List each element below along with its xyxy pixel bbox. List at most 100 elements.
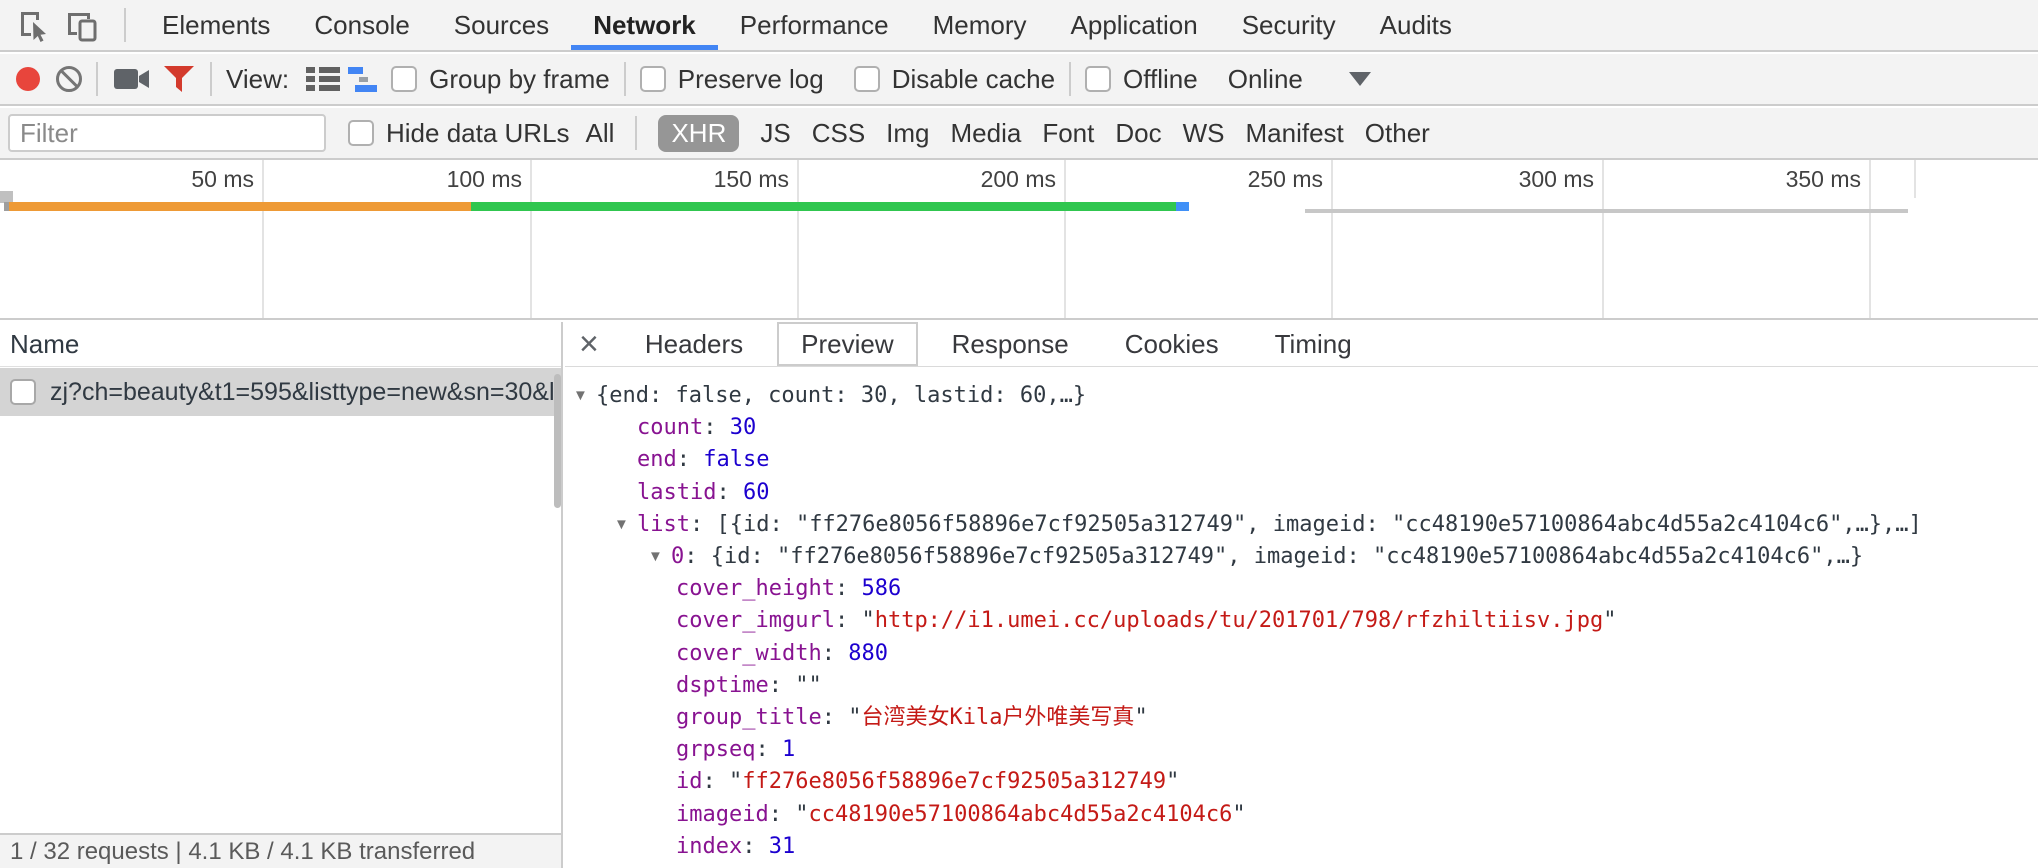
- request-details-pane: × Headers Preview Response Cookies Timing ▼ {…: [565, 322, 2038, 868]
- filter-type-img[interactable]: Img: [886, 118, 929, 149]
- json-token: :: [835, 576, 862, 601]
- preview-row: cover_width: 880: [565, 638, 2038, 670]
- tab-sources[interactable]: Sources: [432, 0, 571, 50]
- ruler-tick-label: 250 ms: [1248, 166, 1323, 193]
- detail-tab-preview[interactable]: Preview: [777, 322, 917, 366]
- preview-row[interactable]: ▼ {end: false, count: 30, lastid: 60,…}: [565, 380, 2038, 412]
- json-token: end: [637, 447, 677, 472]
- json-token: list: [637, 512, 690, 537]
- filter-type-xhr[interactable]: XHR: [658, 115, 739, 152]
- json-token: :: [835, 608, 862, 633]
- expand-arrow-icon[interactable]: ▼: [573, 380, 588, 412]
- overview-baseline: [1305, 209, 1908, 213]
- expand-arrow-icon[interactable]: ▼: [648, 541, 663, 573]
- hide-data-urls-checkbox[interactable]: Hide data URLs: [348, 118, 570, 149]
- filter-toggle-button[interactable]: [162, 64, 196, 94]
- clear-button[interactable]: [56, 66, 82, 92]
- ruler-gridline-edge: [1914, 160, 1916, 198]
- preserve-log-checkbox[interactable]: Preserve log: [640, 64, 824, 95]
- group-by-frame-checkbox[interactable]: Group by frame: [391, 64, 610, 95]
- checkbox-box: [391, 66, 417, 92]
- preview-row[interactable]: ▼0: {id: "ff276e8056f58896e7cf92505a3127…: [565, 541, 2038, 573]
- ruler-gridline: [262, 160, 264, 320]
- json-token: : {id: "ff276e8056f58896e7cf92505a312749…: [684, 544, 1863, 569]
- request-checkbox[interactable]: [10, 379, 36, 405]
- status-bar: 1 / 32 requests | 4.1 KB / 4.1 KB transf…: [0, 833, 561, 868]
- detail-tabs-list: Headers Preview Response Cookies Timing: [623, 322, 1374, 367]
- view-overview-button[interactable]: [347, 65, 383, 93]
- preview-row[interactable]: ▼ list: [{id: "ff276e8056f58896e7cf92505a…: [565, 509, 2038, 541]
- network-overview[interactable]: 50 ms100 ms150 ms200 ms250 ms300 ms350 m…: [0, 160, 2038, 320]
- json-token: :: [769, 802, 796, 827]
- filter-type-css[interactable]: CSS: [812, 118, 865, 149]
- filter-type-other[interactable]: Other: [1365, 118, 1430, 149]
- filter-input[interactable]: [8, 114, 326, 152]
- inspect-cursor-icon: [16, 7, 52, 43]
- tab-network[interactable]: Network: [571, 0, 718, 50]
- detail-tab-headers[interactable]: Headers: [623, 322, 765, 367]
- record-button[interactable]: [16, 67, 40, 91]
- filter-type-media[interactable]: Media: [951, 118, 1022, 149]
- preview-row: group_title: "台湾美女Kila户外唯美写真": [565, 702, 2038, 734]
- json-token: dsptime: [676, 673, 769, 698]
- tab-performance[interactable]: Performance: [718, 0, 911, 50]
- json-token: :: [755, 737, 782, 762]
- filter-type-doc[interactable]: Doc: [1115, 118, 1161, 149]
- json-token: imageid: [676, 802, 769, 827]
- request-row-selected[interactable]: zj?ch=beauty&t1=595&listtype=new&sn=30&l…: [0, 368, 561, 416]
- json-token: :: [742, 834, 769, 859]
- device-toolbar-button[interactable]: [62, 5, 102, 45]
- divider: [124, 8, 126, 42]
- filter-type-font[interactable]: Font: [1042, 118, 1094, 149]
- close-icon[interactable]: ×: [579, 324, 599, 364]
- filter-type-all[interactable]: All: [586, 118, 615, 149]
- preview-row: id: "ff276e8056f58896e7cf92505a312749": [565, 766, 2038, 798]
- filter-type-ws[interactable]: WS: [1183, 118, 1225, 149]
- json-token: {end: false, count: 30, lastid: 60,…}: [596, 383, 1086, 408]
- list-view-icon: [305, 65, 341, 93]
- throttling-select[interactable]: Online: [1228, 64, 1303, 95]
- ruler-tick-label: 300 ms: [1519, 166, 1594, 193]
- preview-row: picture_total: 30: [565, 863, 2038, 868]
- json-token: count: [637, 415, 703, 440]
- ruler-gridline: [1064, 160, 1066, 320]
- chevron-down-icon[interactable]: [1349, 72, 1371, 86]
- detail-tab-response[interactable]: Response: [930, 322, 1091, 367]
- tab-security[interactable]: Security: [1220, 0, 1358, 50]
- scrollbar-thumb[interactable]: [554, 374, 561, 508]
- checkbox-box: [854, 66, 880, 92]
- capture-screenshots-button[interactable]: [112, 64, 152, 94]
- json-token: :: [769, 673, 796, 698]
- name-column-header[interactable]: Name: [0, 322, 561, 367]
- json-token: ": [861, 608, 874, 633]
- offline-checkbox[interactable]: Offline: [1085, 64, 1198, 95]
- inspect-element-button[interactable]: [14, 5, 54, 45]
- detail-tab-cookies[interactable]: Cookies: [1103, 322, 1241, 367]
- ruler-gridline: [797, 160, 799, 320]
- filter-type-manifest[interactable]: Manifest: [1246, 118, 1344, 149]
- view-list-button[interactable]: [305, 65, 341, 93]
- tab-memory[interactable]: Memory: [911, 0, 1049, 50]
- network-toolbar: View: Group by frame: [0, 54, 2038, 106]
- ruler-gridline: [1869, 160, 1871, 320]
- tab-elements[interactable]: Elements: [140, 0, 292, 50]
- divider: [1069, 62, 1071, 96]
- tab-audits[interactable]: Audits: [1358, 0, 1474, 50]
- tab-application[interactable]: Application: [1049, 0, 1220, 50]
- funnel-icon: [162, 64, 196, 94]
- preview-row: index: 31: [565, 831, 2038, 863]
- detail-tab-timing[interactable]: Timing: [1253, 322, 1374, 367]
- json-token: ": [729, 769, 742, 794]
- filter-type-js[interactable]: JS: [760, 118, 790, 149]
- preview-row: cover_imgurl: "http://i1.umei.cc/uploads…: [565, 605, 2038, 637]
- view-label: View:: [226, 64, 289, 95]
- hide-data-urls-label: Hide data URLs: [386, 118, 570, 149]
- disable-cache-checkbox[interactable]: Disable cache: [854, 64, 1055, 95]
- json-token: cover_imgurl: [676, 608, 835, 633]
- preserve-log-label: Preserve log: [678, 64, 824, 95]
- camera-icon: [112, 64, 152, 94]
- tab-console[interactable]: Console: [292, 0, 431, 50]
- json-token: : [{id: "ff276e8056f58896e7cf92505a31274…: [690, 512, 1922, 537]
- expand-arrow-icon[interactable]: ▼: [614, 509, 629, 541]
- filter-bar: Hide data URLs All XHR JS CSS Img Media Font Do…: [0, 108, 2038, 160]
